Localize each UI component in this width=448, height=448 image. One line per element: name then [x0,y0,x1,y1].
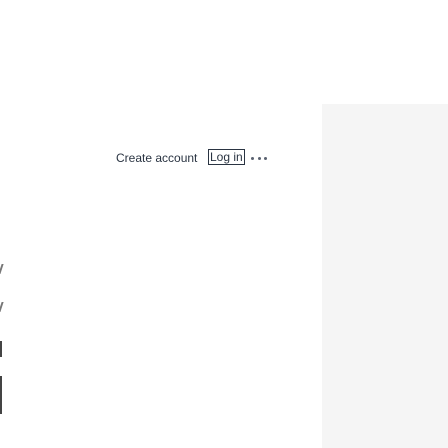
dot [251,156,254,160]
dot [264,156,267,160]
side-panel [322,104,448,448]
edge-mark [0,302,4,312]
dot [257,156,261,160]
user-links: Create account Log in [0,149,322,167]
edge-mark [0,264,4,274]
ellipsis-icon[interactable] [251,151,267,165]
create-account-link[interactable]: Create account [116,151,197,165]
page: Create account Log in [0,0,448,448]
edge-mark [0,341,2,357]
login-link[interactable]: Log in [208,149,245,165]
edge-mark [0,376,2,414]
